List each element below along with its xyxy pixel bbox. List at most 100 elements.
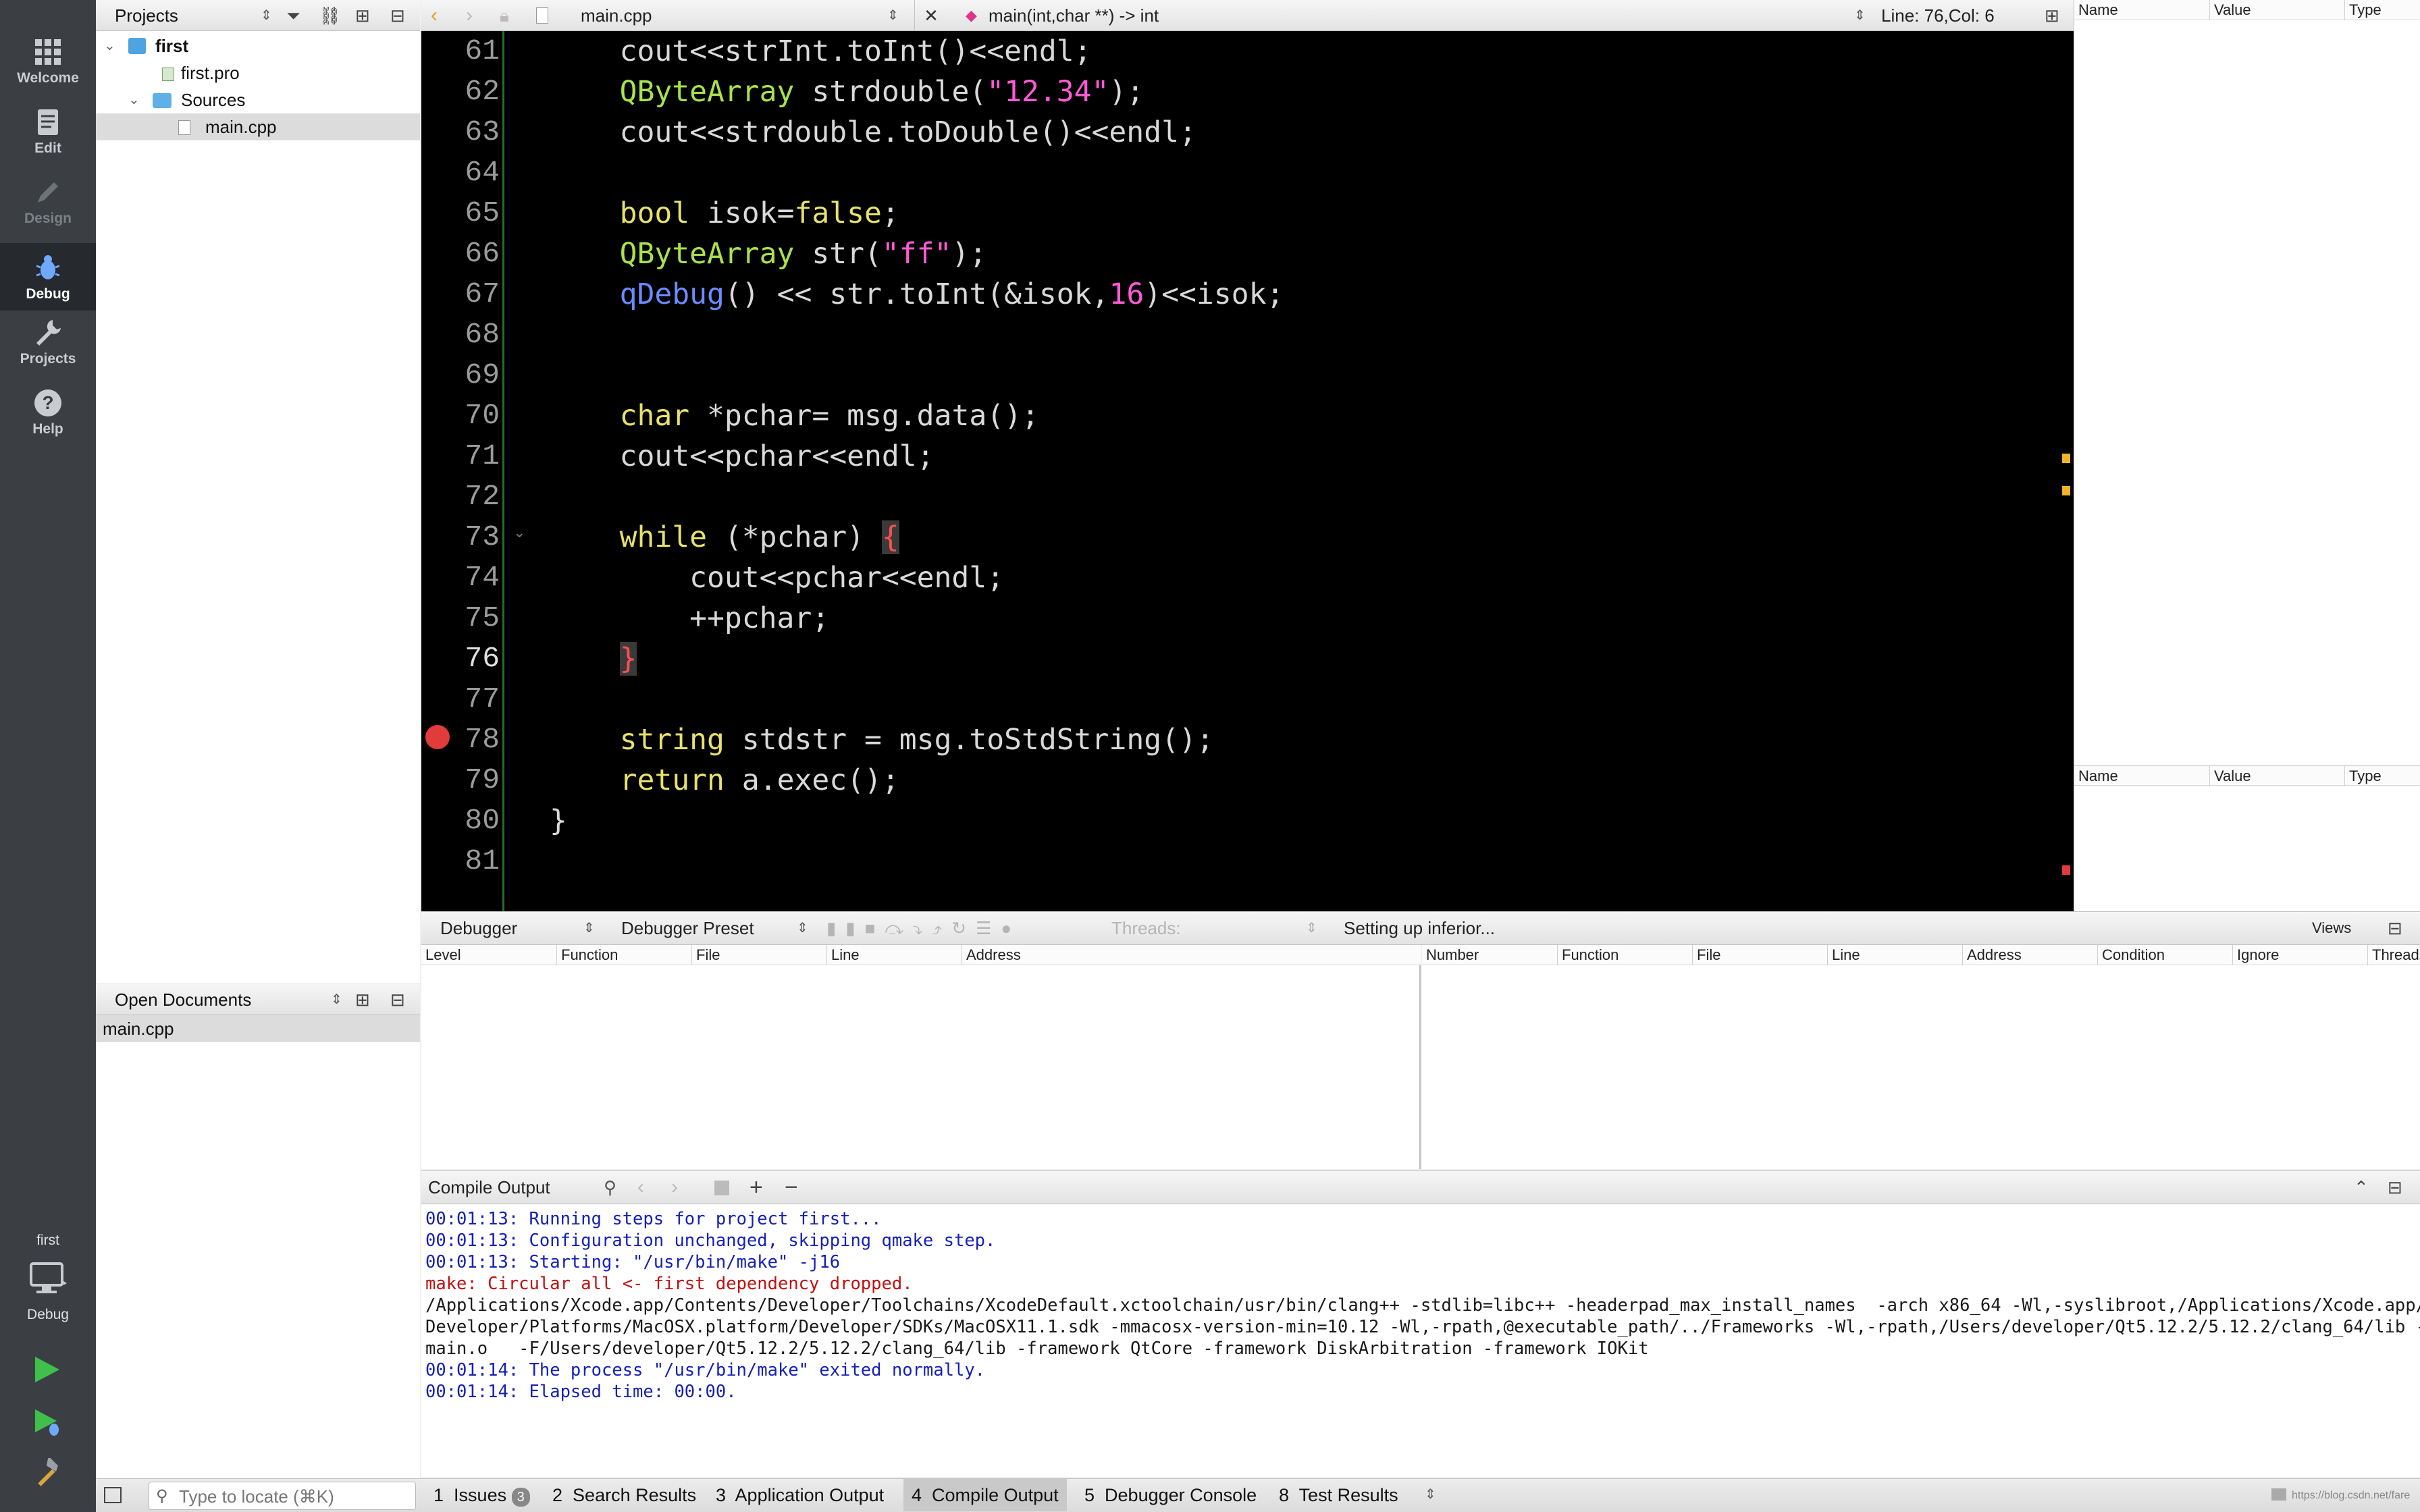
updown-icon[interactable]: ⇕ [1425,1486,1436,1503]
line-number: 73 [465,520,500,554]
mode-projects[interactable]: Projects [0,308,96,375]
debug-run-icon[interactable] [31,1407,62,1438]
column-address[interactable]: Address [962,945,1021,965]
tree-item-first[interactable]: ⌄ first [101,32,419,59]
debugger-status: Setting up inferior... [1344,918,1496,938]
column-name[interactable]: Name [2074,766,2118,786]
monitor-icon[interactable] [30,1262,68,1296]
close-pane-icon[interactable]: ⊟ [390,0,405,31]
column-file[interactable]: File [1692,945,1720,965]
mode-design[interactable]: Design [0,167,96,235]
column-type[interactable]: Type [2344,0,2382,20]
column-condition[interactable]: Condition [2097,945,2165,965]
tab-issues[interactable]: 1 Issues 3 [433,1479,530,1511]
line-number: 77 [465,682,500,716]
next-icon[interactable]: › [671,1171,678,1204]
close-pane-icon[interactable]: ⊟ [2388,912,2402,944]
split-icon[interactable]: ⊞ [2045,0,2059,31]
updown-icon[interactable]: ⇕ [583,912,595,944]
column-function[interactable]: Function [1557,945,1619,965]
updown-icon[interactable]: ⇕ [1854,0,1866,31]
stack-header: Level Function File Line Address [421,945,1421,965]
compile-output-title: Compile Output [428,1177,550,1197]
tree-item-first-pro[interactable]: first.pro [101,59,419,86]
updown-icon[interactable]: ⇕ [797,912,808,944]
warning-marker [2062,486,2070,495]
tab-search-results[interactable]: 2 Search Results [552,1479,696,1511]
compile-output-line: make: Circular all <- first dependency d… [425,1274,913,1294]
mode-bar: Welcome Edit Design Debug Projects ? Hel… [0,0,96,1512]
toggle-sidebar-icon[interactable] [104,1487,122,1503]
close-pane-icon[interactable]: ⊟ [390,984,405,1015]
link-icon[interactable]: ⛓ [319,0,341,31]
column-ignore[interactable]: Ignore [2232,945,2279,965]
tab-compile-output[interactable]: 4 Compile Output [903,1479,1067,1511]
prev-icon[interactable]: ‹ [637,1171,644,1204]
zoom-in-icon[interactable]: + [749,1171,763,1204]
column-line[interactable]: Line [1827,945,1860,965]
tab-debugger-console[interactable]: 5 Debugger Console [1084,1479,1257,1511]
line-number: 66 [465,237,500,270]
locator-input[interactable]: ⚲ Type to locate (⌘K) [149,1482,416,1510]
tab-application-output[interactable]: 3 Application Output [716,1479,884,1511]
editor-file-selector[interactable]: main.cpp [581,0,652,31]
line-number: 80 [465,804,500,837]
fold-chevron-icon[interactable]: ⌄ [513,524,525,541]
debug-step-icons[interactable]: ▮▮■⤼⤵⤴↻☰● [826,912,1021,944]
column-value[interactable]: Value [2209,766,2251,786]
zoom-out-icon[interactable]: − [785,1171,798,1204]
column-function[interactable]: Function [556,945,618,965]
mode-welcome[interactable]: Welcome [0,27,96,94]
mode-help[interactable]: ? Help [0,378,96,446]
filter-icon[interactable]: ⏷ [286,0,313,31]
line-number: 79 [465,763,500,796]
mode-debug[interactable]: Debug [0,243,96,310]
column-threads[interactable]: Threads [2367,945,2420,965]
grid-icon [32,36,63,68]
split-icon[interactable]: ⊞ [355,0,370,31]
tab-test-results[interactable]: 8 Test Results [1279,1479,1398,1511]
tree-item-sources[interactable]: ⌄ Sources [101,86,419,113]
updown-icon[interactable]: ⇕ [261,0,272,31]
mode-label: Edit [34,140,61,156]
code-area[interactable]: cout<<strInt.toInt()<<endl; QByteArray s… [550,31,2035,911]
close-file-icon[interactable]: ✕ [914,0,948,31]
close-pane-icon[interactable]: ⊟ [2388,1171,2402,1204]
symbol-selector[interactable]: main(int,char **) -> int [989,0,1159,31]
compile-output-line: 00:01:13: Starting: "/usr/bin/make" -j16 [425,1252,841,1272]
code-editor[interactable]: 61 62 63 64 65 66 67 68 69 70 71 72 73 74 75 76 77 78 79 80… [421,31,2074,911]
updown-icon[interactable]: ⇕ [331,984,342,1015]
stop-icon[interactable] [714,1181,729,1195]
tab-number: 2 [552,1485,563,1505]
debugger-preset-selector[interactable]: Debugger Preset [621,912,754,944]
views-button[interactable]: Views [2312,912,2351,944]
column-file[interactable]: File [691,945,720,965]
run-icon[interactable] [31,1354,62,1385]
locals-panel: Name Value Type Name Value Type [2074,0,2420,911]
tree-item-main-cpp[interactable]: main.cpp [96,113,420,140]
column-number[interactable]: Number [1422,945,1479,965]
updown-icon[interactable]: ⇕ [887,0,899,31]
column-name[interactable]: Name [2074,0,2118,20]
forward-arrow-icon[interactable]: › [466,0,473,31]
column-line[interactable]: Line [826,945,860,965]
debugger-selector[interactable]: Debugger [440,912,517,944]
back-arrow-icon[interactable]: ‹ [431,0,438,31]
open-document-item[interactable]: main.cpp [96,1015,420,1042]
filter-icon[interactable]: ⚲ [604,1171,616,1204]
column-address[interactable]: Address [1962,945,2022,965]
threads-selector[interactable]: Threads: [1111,912,1181,944]
column-value[interactable]: Value [2209,0,2251,20]
cursor-position[interactable]: Line: 76,Col: 6 [1881,0,1995,31]
open-documents-header: Open Documents ⇕ ⊞ ⊟ [96,984,420,1015]
line-number: 62 [465,75,500,108]
split-icon[interactable]: ⊞ [355,984,370,1015]
updown-icon[interactable]: ⇕ [1306,912,1317,944]
build-hammer-icon[interactable] [31,1458,62,1489]
pen-icon [32,177,63,208]
breakpoint-marker-icon[interactable] [425,725,450,749]
column-level[interactable]: Level [421,945,461,965]
column-type[interactable]: Type [2344,766,2382,786]
maximize-icon[interactable]: ⌃ [2354,1171,2369,1204]
mode-edit[interactable]: Edit [0,97,96,165]
